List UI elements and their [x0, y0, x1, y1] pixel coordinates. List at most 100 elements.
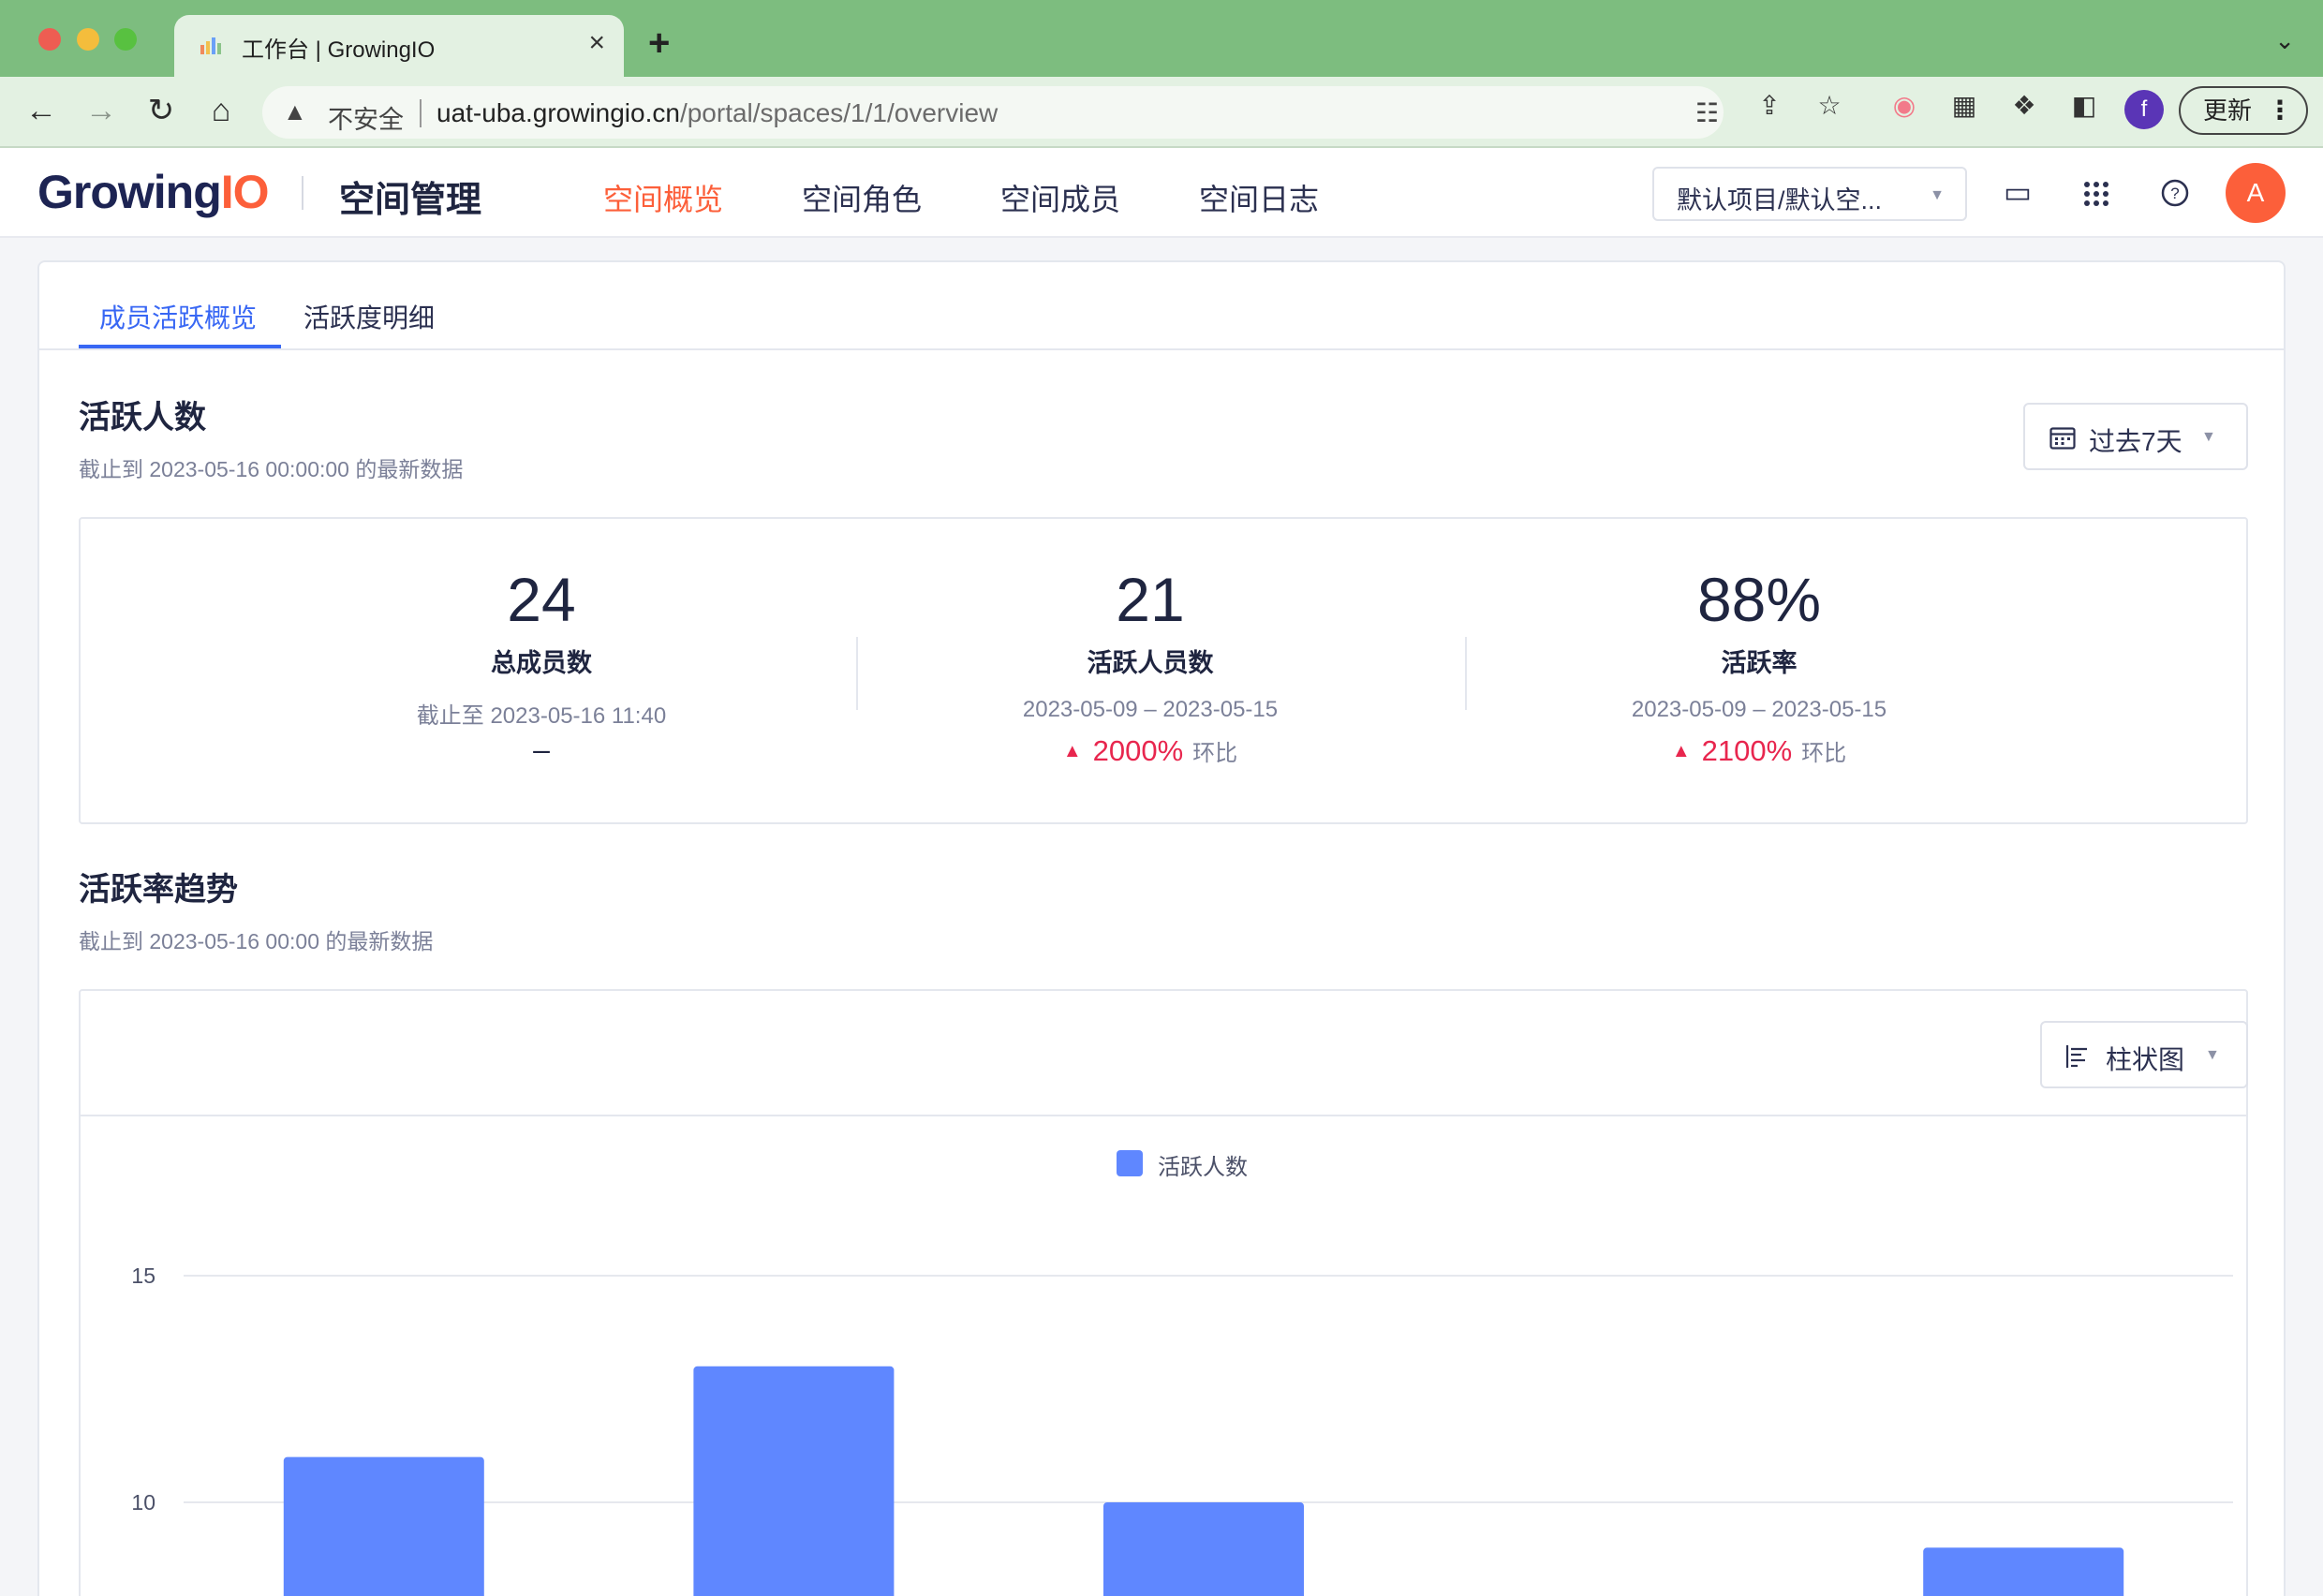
- stat-label: 活跃人员数: [1087, 649, 1214, 677]
- url-text[interactable]: uat-uba.growingio.cn/portal/spaces/1/1/o…: [436, 98, 998, 128]
- stat-value: 88%: [1696, 565, 1822, 634]
- logo-text: Growing: [37, 166, 222, 218]
- nav-space-logs[interactable]: 空间日志: [1199, 176, 1319, 219]
- trend-up-icon: ▲: [1062, 741, 1082, 761]
- trend-up-icon: ▲: [1671, 741, 1691, 761]
- growingio-logo[interactable]: GrowingIO: [37, 165, 270, 219]
- stat-value: 24: [507, 565, 576, 634]
- stat-total-members: 24 总成员数 截止至 2023-05-16 11:40 –: [260, 519, 822, 826]
- stat-value: 21: [1116, 565, 1185, 634]
- extensions-puzzle-icon[interactable]: ❖: [2008, 90, 2040, 122]
- growingio-favicon-icon: [200, 37, 221, 54]
- tab-close-icon[interactable]: ×: [588, 26, 605, 60]
- stat-delta-value: 2000%: [1092, 734, 1184, 767]
- more-menu-icon[interactable]: ⋮: [2267, 88, 2293, 133]
- logo-accent: IO: [220, 166, 270, 218]
- bar[interactable]: [693, 1366, 895, 1596]
- bar[interactable]: [283, 1456, 484, 1596]
- caret-down-icon: ▼: [2201, 429, 2216, 445]
- help-circle-icon[interactable]: ?: [2156, 178, 2194, 208]
- share-icon[interactable]: ⇪: [1753, 90, 1785, 122]
- page-section-title: 空间管理: [339, 181, 482, 220]
- tab-activity-details[interactable]: 活跃度明细: [303, 298, 435, 335]
- home-icon[interactable]: ⌂: [200, 90, 242, 131]
- reload-icon[interactable]: ↻: [141, 90, 182, 131]
- window-close-button[interactable]: [38, 28, 61, 51]
- window-zoom-button[interactable]: [114, 28, 137, 51]
- translate-icon[interactable]: ☷: [1695, 97, 1719, 128]
- back-arrow-icon[interactable]: ←: [21, 90, 62, 131]
- caret-down-icon: ▼: [2205, 1047, 2220, 1063]
- stat-delta-empty: –: [533, 732, 550, 766]
- stat-divider: [1465, 637, 1467, 710]
- window-minimize-button[interactable]: [77, 28, 99, 51]
- active-rate-trend-title: 活跃率趋势: [79, 872, 238, 908]
- y-tick-label: 15: [131, 1264, 155, 1288]
- bar[interactable]: [1103, 1502, 1304, 1596]
- bar-chart: 1510: [131, 1264, 2233, 1596]
- project-select-value: 默认项目/默认空...: [1677, 186, 1883, 214]
- apps-grid-icon[interactable]: [2078, 180, 2115, 208]
- browser-tab-bar: 工作台 | GrowingIO × + ⌄: [0, 0, 2323, 77]
- stat-range: 2023-05-09 – 2023-05-15: [1631, 697, 1887, 722]
- subtab-bar: 成员活跃概览 活跃度明细: [39, 262, 2284, 350]
- nav-space-members[interactable]: 空间成员: [1000, 176, 1120, 219]
- stat-delta-suffix: 环比: [1192, 741, 1238, 766]
- stat-range: 2023-05-09 – 2023-05-15: [1022, 697, 1279, 722]
- calendar-icon: [2049, 427, 2076, 450]
- bookmark-star-icon[interactable]: ☆: [1813, 90, 1845, 122]
- header-divider: [302, 176, 303, 210]
- qr-code-icon[interactable]: ▦: [1948, 90, 1980, 122]
- stat-divider: [856, 637, 858, 710]
- browser-toolbar: ← → ↻ ⌂ ▲ 不安全 uat-uba.growingio.cn/porta…: [0, 77, 2323, 148]
- browser-tab[interactable]: 工作台 | GrowingIO ×: [174, 15, 624, 77]
- side-panel-icon[interactable]: ◧: [2068, 90, 2100, 122]
- active-rate-trend-subtitle: 截止到 2023-05-16 00:00 的最新数据: [79, 929, 434, 953]
- trend-chart-panel: 柱状图 ▼ 活跃人数 15 10: [79, 989, 2248, 1596]
- url-path: /portal/spaces/1/1/overview: [679, 98, 999, 127]
- tab-search-chevron-icon[interactable]: ⌄: [2274, 26, 2295, 55]
- date-range-value: 过去7天: [2089, 427, 2182, 456]
- overview-card: 成员活跃概览 活跃度明细 活跃人数 截止到 2023-05-16 00:00:0…: [37, 260, 2286, 1596]
- forward-arrow-icon[interactable]: →: [81, 90, 122, 131]
- url-host: uat-uba.growingio.cn: [436, 98, 680, 127]
- active-users-title: 活跃人数: [79, 400, 206, 436]
- update-label: 更新: [2203, 96, 2253, 125]
- stats-summary: 24 总成员数 截止至 2023-05-16 11:40 – 21 活跃人员数 …: [79, 517, 2248, 824]
- address-bar[interactable]: ▲ 不安全 uat-uba.growingio.cn/portal/spaces…: [262, 86, 1724, 139]
- y-tick-label: 10: [131, 1490, 155, 1515]
- new-tab-button[interactable]: +: [648, 24, 670, 62]
- tab-member-activity-overview[interactable]: 成员活跃概览: [99, 298, 257, 335]
- caret-down-icon: ▼: [1930, 187, 1945, 203]
- monitor-icon[interactable]: ▭: [1999, 174, 2036, 210]
- stat-range: 截止至 2023-05-16 11:40: [416, 703, 667, 729]
- active-users-subtitle: 截止到 2023-05-16 00:00:00 的最新数据: [79, 457, 464, 481]
- nav-space-overview[interactable]: 空间概览: [603, 176, 723, 219]
- bar-chart-icon: [2065, 1045, 2087, 1068]
- date-range-select[interactable]: 过去7天 ▼: [2023, 403, 2248, 470]
- user-avatar[interactable]: A: [2226, 163, 2286, 223]
- active-tab-indicator: [79, 345, 281, 348]
- stat-delta-value: 2100%: [1701, 734, 1793, 767]
- chart-type-value: 柱状图: [2106, 1045, 2185, 1074]
- stat-label: 总成员数: [491, 649, 592, 677]
- browser-update-button[interactable]: 更新 ⋮: [2179, 86, 2308, 135]
- svg-text:?: ?: [2170, 185, 2179, 202]
- browser-profile-avatar[interactable]: f: [2124, 90, 2164, 129]
- nav-space-roles[interactable]: 空间角色: [802, 176, 922, 219]
- stat-active-members: 21 活跃人员数 2023-05-09 – 2023-05-15 ▲ 2000% 环…: [869, 519, 1431, 826]
- bar[interactable]: [1923, 1547, 2124, 1596]
- app-header: GrowingIO 空间管理 空间概览 空间角色 空间成员 空间日志 默认项目/…: [0, 148, 2323, 238]
- stat-delta: ▲ 2000% 环比: [869, 734, 1431, 768]
- stat-active-rate: 88% 活跃率 2023-05-09 – 2023-05-15 ▲ 2100% 环比: [1478, 519, 2040, 826]
- address-separator: [420, 99, 422, 127]
- stat-delta: ▲ 2100% 环比: [1478, 734, 2040, 768]
- tab-title: 工作台 | GrowingIO: [242, 37, 436, 63]
- stat-label: 活跃率: [1721, 649, 1798, 677]
- chart-type-select[interactable]: 柱状图 ▼: [2040, 1021, 2248, 1088]
- warning-icon[interactable]: ▲: [283, 97, 307, 126]
- stat-delta-suffix: 环比: [1801, 741, 1847, 766]
- project-space-select[interactable]: 默认项目/默认空... ▼: [1652, 167, 1967, 221]
- extension-record-icon[interactable]: ◉: [1888, 90, 1920, 122]
- security-label[interactable]: 不安全: [328, 99, 404, 136]
